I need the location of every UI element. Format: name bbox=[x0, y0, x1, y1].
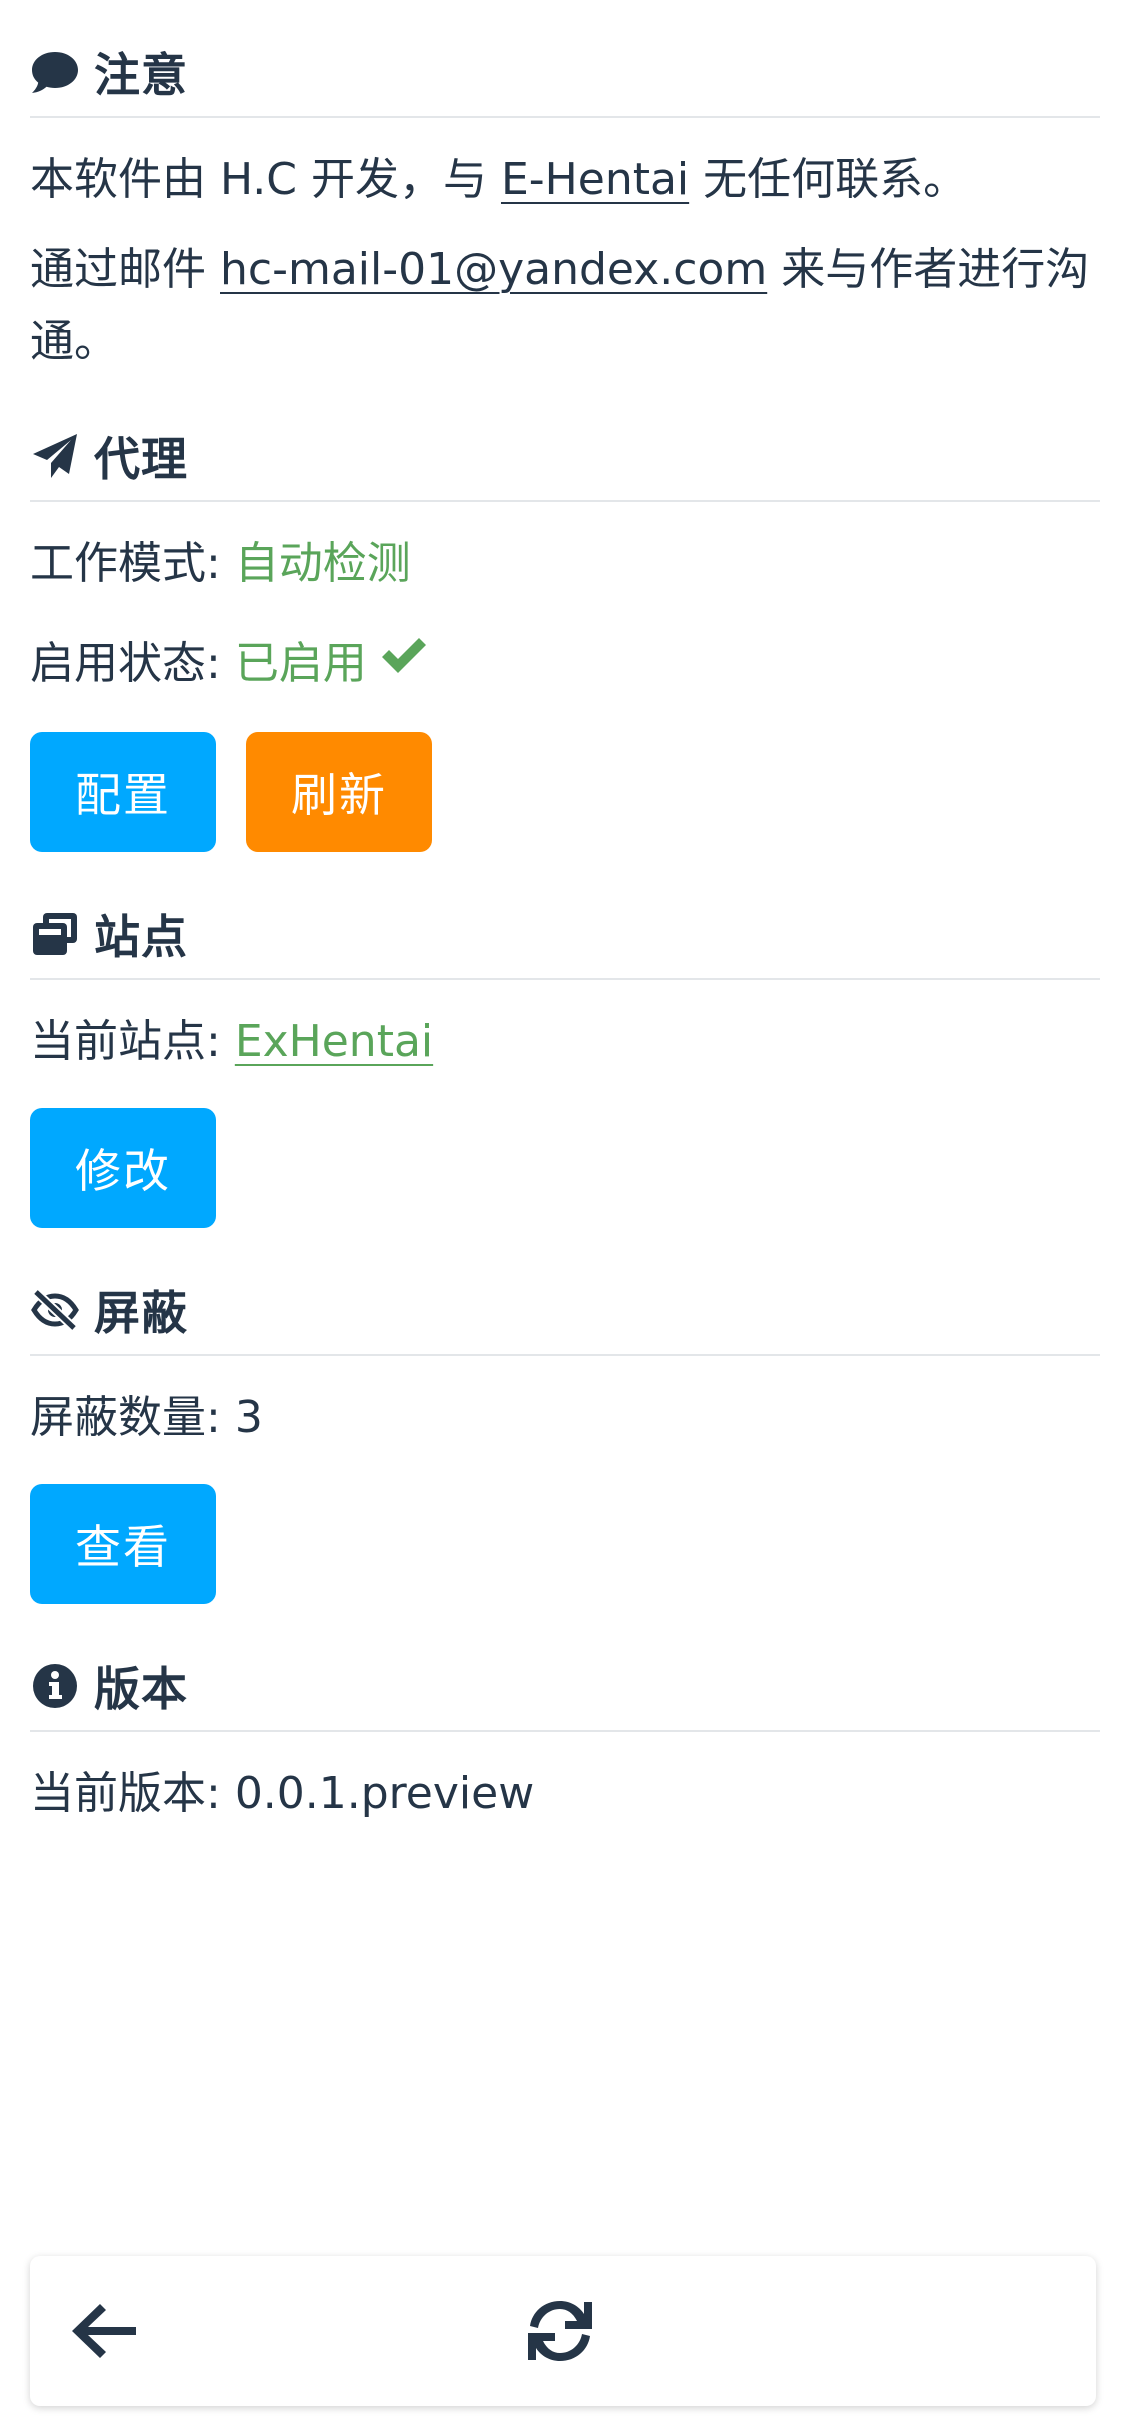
version-title: 版本 bbox=[94, 1662, 188, 1716]
proxy-section-header: 代理 bbox=[30, 414, 1100, 502]
block-section-header: 屏蔽 bbox=[30, 1268, 1100, 1356]
version-current-value: 0.0.1.preview bbox=[234, 1768, 535, 1819]
block-buttons: 查看 bbox=[30, 1484, 1100, 1604]
notice-text-1: 本软件由 H.C 开发，与 E-Hentai 无任何联系。 bbox=[30, 154, 968, 205]
eye-slash-icon bbox=[30, 1285, 80, 1335]
view-button[interactable]: 查看 bbox=[30, 1484, 216, 1604]
window-restore-icon bbox=[30, 909, 80, 959]
site-title: 站点 bbox=[94, 910, 188, 964]
notice-section-header: 注意 bbox=[30, 30, 1100, 118]
block-title: 屏蔽 bbox=[94, 1286, 188, 1340]
site-buttons: 修改 bbox=[30, 1108, 1100, 1228]
sync-icon[interactable] bbox=[520, 2291, 600, 2371]
version-section-header: 版本 bbox=[30, 1644, 1100, 1732]
proxy-mode-value: 自动检测 bbox=[234, 538, 411, 589]
email-link[interactable]: hc-mail-01@yandex.com bbox=[220, 244, 767, 295]
arrow-left-icon[interactable] bbox=[65, 2291, 145, 2371]
site-current-label: 当前站点: bbox=[30, 1016, 235, 1067]
proxy-status-label: 启用状态: bbox=[30, 638, 235, 689]
check-icon bbox=[379, 626, 429, 698]
comment-icon bbox=[30, 47, 80, 97]
notice-title: 注意 bbox=[94, 48, 188, 102]
block-count-line: 屏蔽数量: 3 bbox=[30, 1382, 1100, 1454]
e-hentai-link[interactable]: E-Hentai bbox=[501, 154, 689, 205]
version-current-line: 当前版本: 0.0.1.preview bbox=[30, 1758, 1100, 1830]
site-current-line: 当前站点: ExHentai bbox=[30, 1006, 1100, 1078]
refresh-button[interactable]: 刷新 bbox=[246, 732, 432, 852]
proxy-status-value: 已启用 bbox=[234, 638, 367, 689]
proxy-mode-line: 工作模式: 自动检测 bbox=[30, 528, 1100, 600]
block-count-value: 3 bbox=[234, 1392, 263, 1443]
settings-content: 注意 本软件由 H.C 开发，与 E-Hentai 无任何联系。 通过邮件 hc… bbox=[30, 0, 1100, 1830]
block-count-label: 屏蔽数量: bbox=[30, 1392, 235, 1443]
proxy-title: 代理 bbox=[94, 432, 188, 486]
proxy-status-line: 启用状态: 已启用 bbox=[30, 628, 1100, 702]
site-section-header: 站点 bbox=[30, 892, 1100, 980]
bottom-toolbar bbox=[30, 2256, 1096, 2406]
notice-text-2: 通过邮件 hc-mail-01@yandex.com 来与作者进行沟通。 bbox=[30, 244, 1090, 367]
info-circle-icon bbox=[30, 1661, 80, 1711]
paper-plane-icon bbox=[30, 431, 80, 481]
modify-button[interactable]: 修改 bbox=[30, 1108, 216, 1228]
proxy-buttons: 配置 刷新 bbox=[30, 732, 1100, 852]
config-button[interactable]: 配置 bbox=[30, 732, 216, 852]
version-current-label: 当前版本: bbox=[30, 1768, 235, 1819]
site-current-link[interactable]: ExHentai bbox=[235, 1016, 433, 1067]
proxy-mode-label: 工作模式: bbox=[30, 538, 235, 589]
